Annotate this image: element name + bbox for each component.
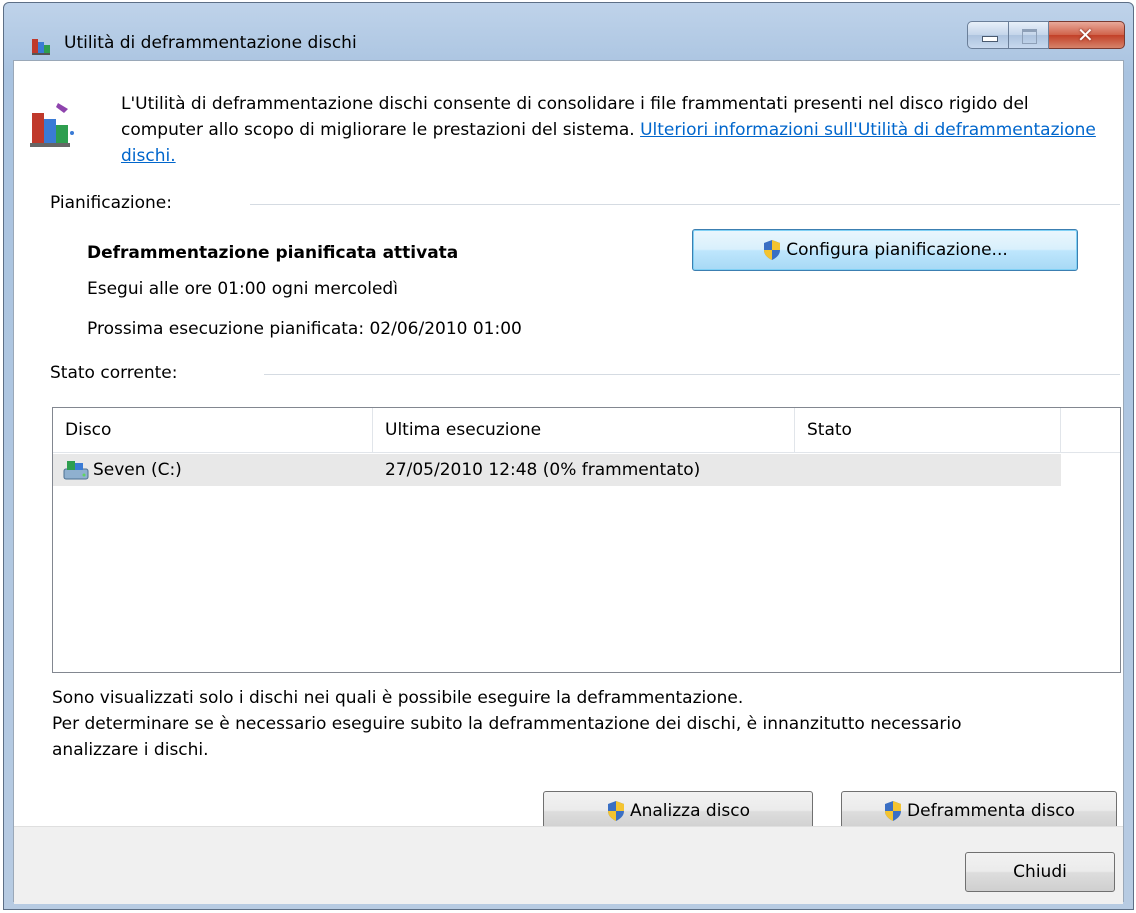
analyze-disk-button[interactable]: Analizza disco	[543, 791, 813, 831]
column-header-disk[interactable]: Disco	[53, 408, 373, 452]
disk-list-header: Disco Ultima esecuzione Stato	[53, 408, 1120, 453]
disk-last-run: 27/05/2010 12:48 (0% frammentato)	[385, 460, 701, 480]
schedule-status-title: Deframmentazione pianificata attivata	[87, 243, 459, 263]
column-header-last-run[interactable]: Ultima esecuzione	[373, 408, 795, 452]
dialog-footer: Chiudi	[14, 826, 1123, 904]
schedule-divider	[250, 204, 1120, 205]
defrag-note-2: Per determinare se è necessario eseguire…	[52, 714, 962, 760]
analyze-disk-label: Analizza disco	[629, 801, 751, 821]
table-row[interactable]: Seven (C:) 27/05/2010 12:48 (0% framment…	[53, 454, 1061, 486]
dialog-content: L'Utilità di deframmentazione dischi con…	[13, 60, 1124, 904]
maximize-icon	[1022, 29, 1037, 44]
column-header-status[interactable]: Stato	[795, 408, 1061, 452]
intro-description: L'Utilità di deframmentazione dischi con…	[121, 91, 1101, 169]
defragment-disk-label: Deframmenta disco	[907, 801, 1075, 821]
caption-buttons: ✕	[967, 21, 1125, 51]
schedule-next-run: Prossima esecuzione pianificata: 02/06/2…	[87, 319, 522, 339]
disk-name: Seven (C:)	[93, 460, 182, 480]
close-icon: ✕	[1077, 23, 1094, 47]
schedule-run-line: Esegui alle ore 01:00 ogni mercoledì	[87, 279, 398, 299]
status-group-label: Stato corrente:	[50, 363, 178, 383]
schedule-group-label: Pianificazione:	[50, 193, 172, 213]
defrag-app-icon	[32, 39, 50, 55]
minimize-button[interactable]	[967, 21, 1009, 49]
defragment-disk-button[interactable]: Deframmenta disco	[841, 791, 1117, 831]
defrag-note-1: Sono visualizzati solo i dischi nei qual…	[52, 688, 744, 708]
disk-list[interactable]: Disco Ultima esecuzione Stato Seven (C:)…	[52, 407, 1121, 673]
uac-shield-icon	[607, 801, 624, 821]
defrag-large-icon	[30, 103, 74, 147]
minimize-icon	[982, 36, 998, 42]
drive-icon	[63, 461, 89, 480]
title-bar[interactable]: Utilità di deframmentazione dischi ✕	[4, 3, 1133, 59]
window-title: Utilità di deframmentazione dischi	[64, 33, 357, 53]
maximize-button[interactable]	[1009, 21, 1049, 49]
close-window-button[interactable]: ✕	[1049, 21, 1125, 49]
close-button[interactable]: Chiudi	[965, 852, 1115, 892]
uac-shield-icon	[885, 801, 902, 821]
configure-schedule-button[interactable]: Configura pianificazione...	[692, 229, 1078, 271]
close-button-label: Chiudi	[1013, 862, 1067, 882]
uac-shield-icon	[764, 240, 781, 260]
defrag-window: Utilità di deframmentazione dischi ✕ L'U…	[3, 2, 1134, 910]
status-divider	[264, 374, 1120, 375]
configure-schedule-label: Configura pianificazione...	[786, 240, 1008, 260]
